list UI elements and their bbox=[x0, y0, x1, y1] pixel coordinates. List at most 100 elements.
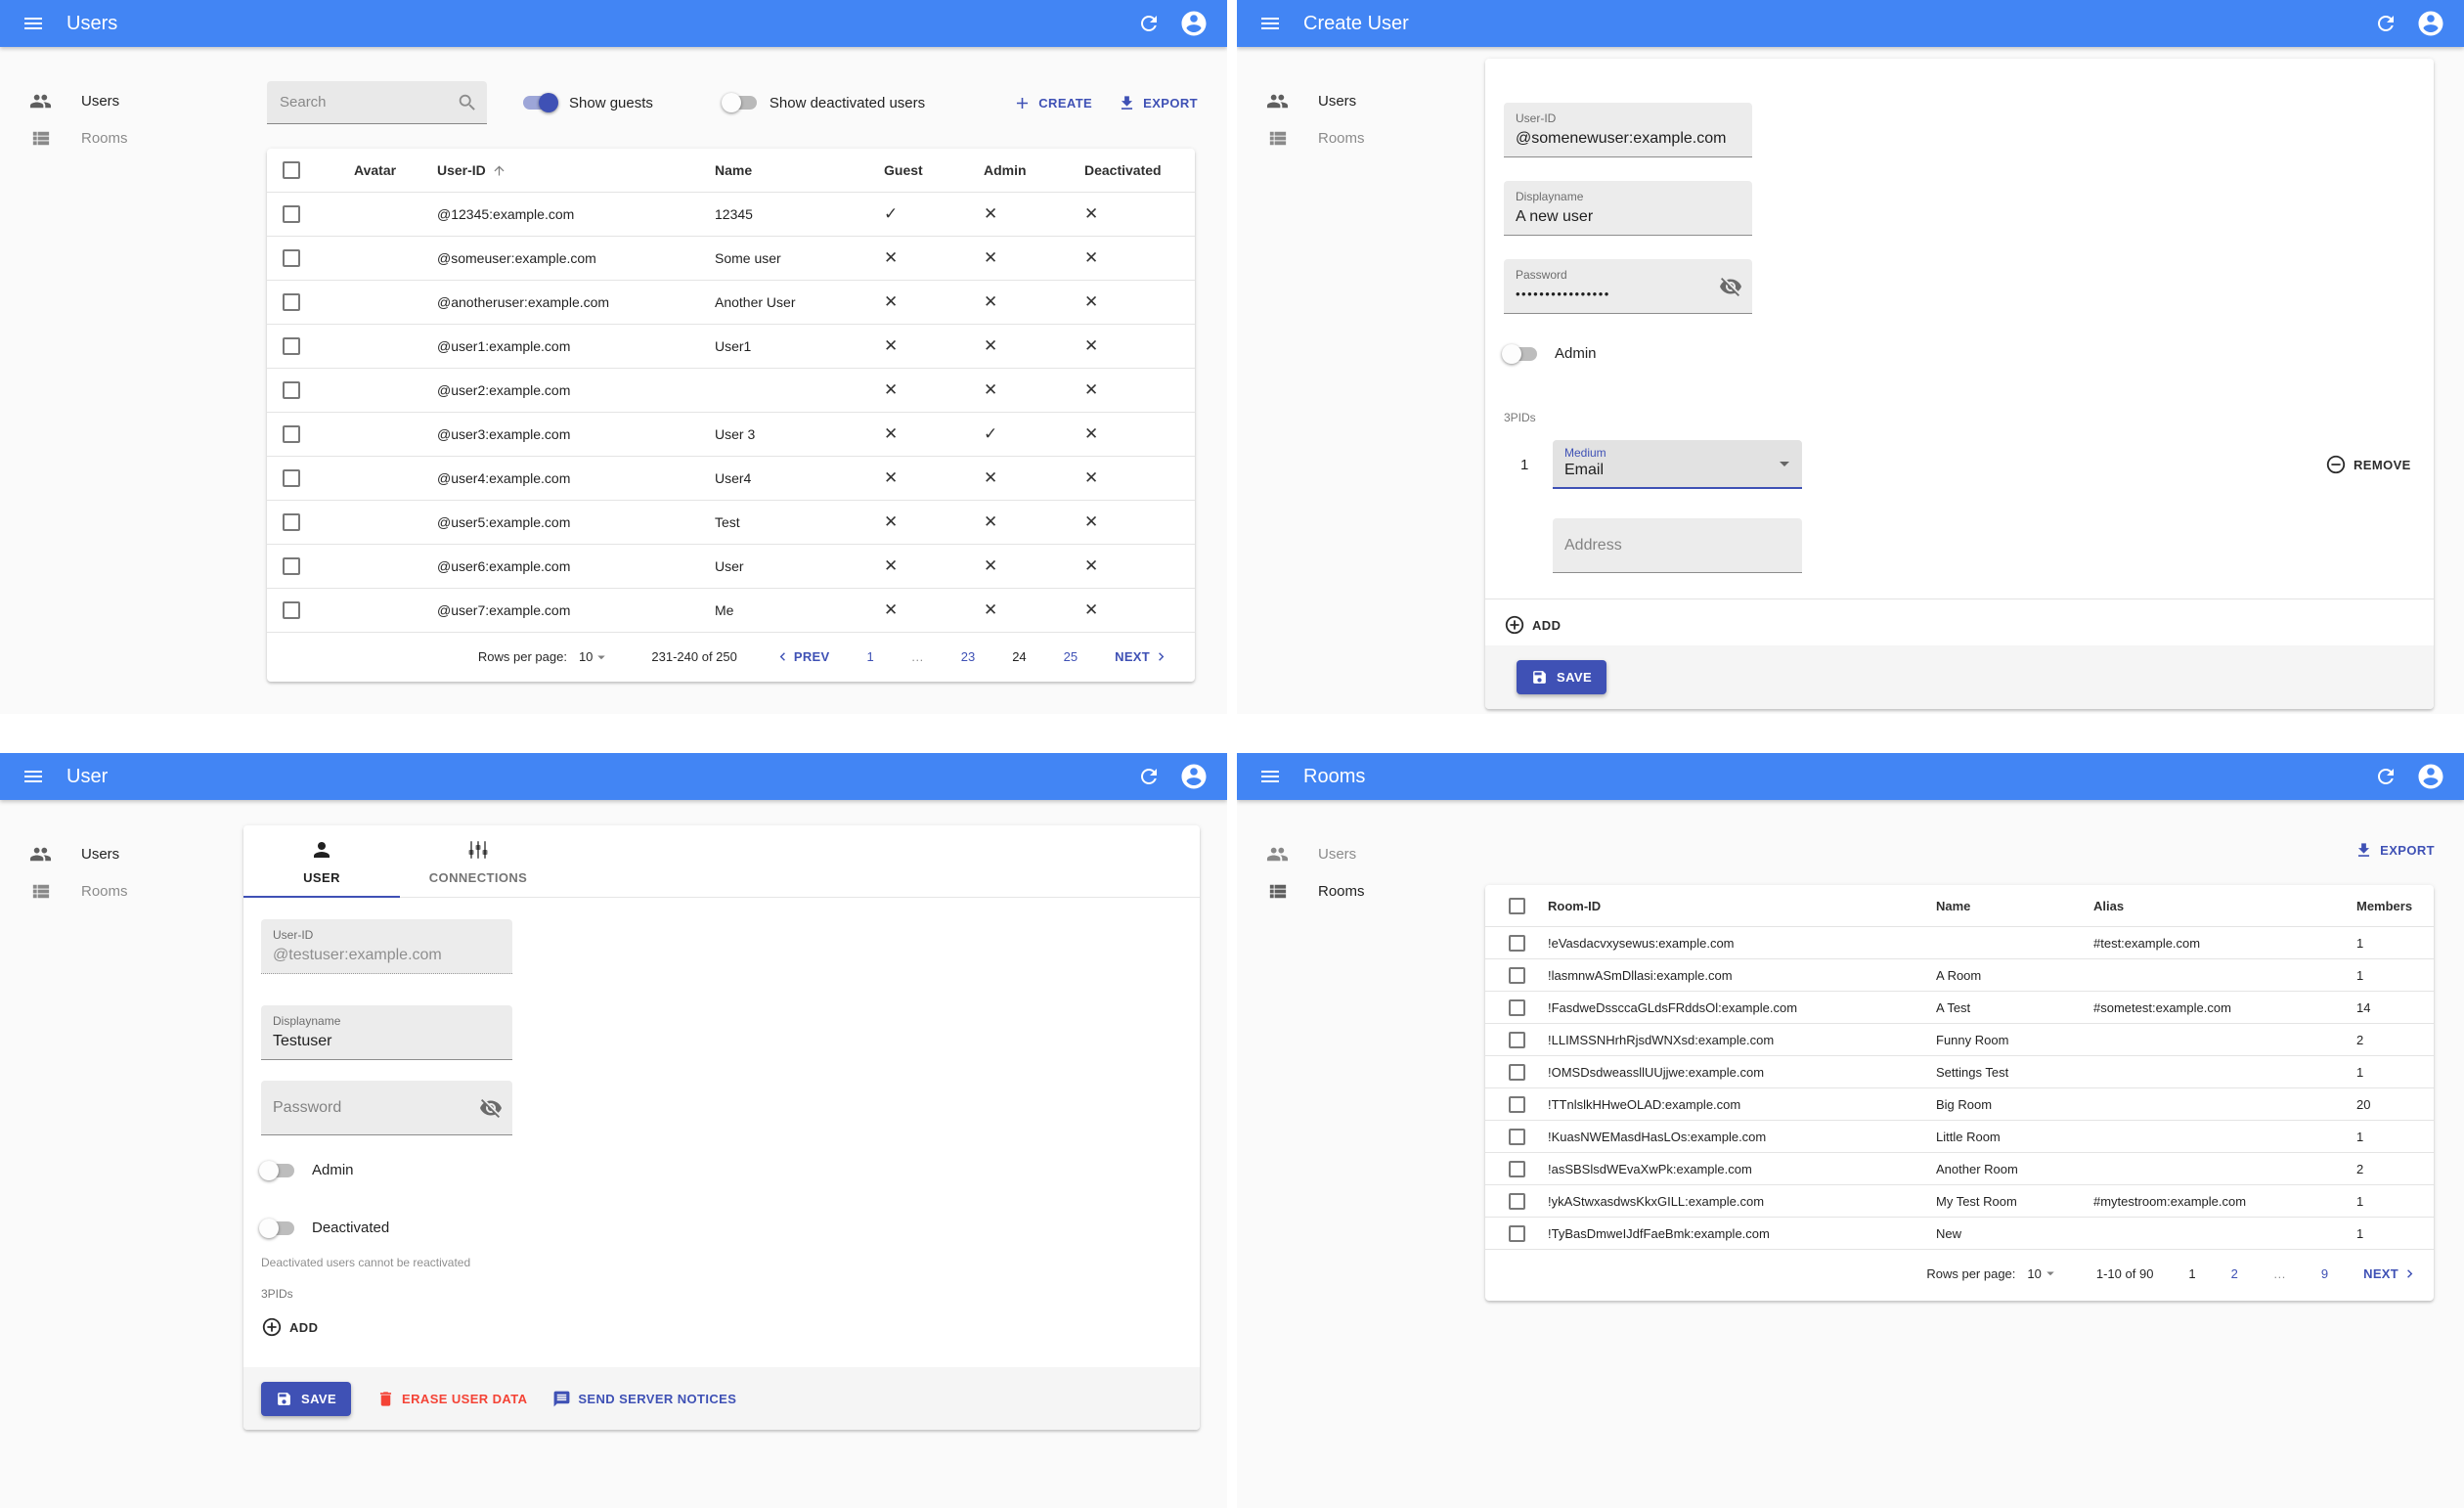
row-checkbox[interactable] bbox=[1509, 1128, 1525, 1145]
address-input[interactable] bbox=[1564, 518, 1740, 572]
show-deactivated-toggle[interactable] bbox=[721, 93, 757, 112]
create-button[interactable]: CREATE bbox=[1013, 94, 1092, 112]
col-header-name[interactable]: Name bbox=[1936, 899, 2093, 913]
export-button[interactable]: EXPORT bbox=[2354, 841, 2435, 860]
tab-connections[interactable]: CONNECTIONS bbox=[400, 825, 556, 897]
sidebar-item-rooms[interactable]: Rooms bbox=[1237, 119, 1491, 156]
row-checkbox[interactable] bbox=[283, 469, 300, 487]
page-link[interactable]: 23 bbox=[961, 649, 975, 664]
row-checkbox[interactable] bbox=[283, 381, 300, 399]
refresh-icon[interactable] bbox=[1129, 757, 1168, 796]
row-checkbox[interactable] bbox=[283, 557, 300, 575]
show-guests-toggle[interactable] bbox=[523, 93, 558, 112]
page-link[interactable]: 25 bbox=[1064, 649, 1078, 664]
table-row[interactable]: @user5:example.com Test ✕ ✕ ✕ bbox=[267, 501, 1195, 545]
prev-page-button[interactable]: PREV bbox=[774, 648, 830, 665]
refresh-icon[interactable] bbox=[1129, 4, 1168, 43]
row-checkbox[interactable] bbox=[1509, 1095, 1525, 1113]
table-row[interactable]: @user6:example.com User ✕ ✕ ✕ bbox=[267, 545, 1195, 589]
row-checkbox[interactable] bbox=[283, 601, 300, 619]
table-row[interactable]: @user3:example.com User 3 ✕ ✓ ✕ bbox=[267, 413, 1195, 457]
row-checkbox[interactable] bbox=[1509, 1192, 1525, 1210]
sidebar-item-rooms[interactable]: Rooms bbox=[1237, 872, 1491, 909]
menu-icon[interactable] bbox=[1251, 757, 1290, 796]
menu-icon[interactable] bbox=[14, 4, 53, 43]
erase-user-data-button[interactable]: ERASE USER DATA bbox=[376, 1390, 527, 1408]
visibility-off-icon[interactable] bbox=[479, 1096, 503, 1120]
table-row[interactable]: @someuser:example.com Some user ✕ ✕ ✕ bbox=[267, 237, 1195, 281]
table-row[interactable]: @user2:example.com ✕ ✕ ✕ bbox=[267, 369, 1195, 413]
table-row[interactable]: @user7:example.com Me ✕ ✕ ✕ bbox=[267, 589, 1195, 633]
col-header-guest[interactable]: Guest bbox=[874, 162, 974, 178]
row-checkbox[interactable] bbox=[1509, 998, 1525, 1016]
table-row[interactable]: !KuasNWEMasdHasLOs:example.com Little Ro… bbox=[1485, 1121, 2434, 1153]
table-row[interactable]: !FasdweDssccaGLdsFRddsOl:example.com A T… bbox=[1485, 992, 2434, 1024]
add-threepid-button[interactable]: ADD bbox=[261, 1316, 318, 1338]
rows-per-page-select[interactable]: 10 bbox=[579, 648, 610, 666]
table-row[interactable]: !OMSDsdweassllUUjjwe:example.com Setting… bbox=[1485, 1056, 2434, 1088]
row-checkbox[interactable] bbox=[1509, 966, 1525, 984]
menu-icon[interactable] bbox=[1251, 4, 1290, 43]
table-row[interactable]: !LLIMSSNHrhRjsdWNXsd:example.com Funny R… bbox=[1485, 1024, 2434, 1056]
row-checkbox[interactable] bbox=[283, 205, 300, 223]
refresh-icon[interactable] bbox=[2366, 757, 2405, 796]
sidebar-item-rooms[interactable]: Rooms bbox=[0, 119, 254, 156]
remove-threepid-button[interactable]: REMOVE bbox=[2325, 454, 2411, 475]
row-checkbox[interactable] bbox=[283, 249, 300, 267]
row-checkbox[interactable] bbox=[1509, 1160, 1525, 1177]
col-header-name[interactable]: Name bbox=[715, 162, 874, 178]
row-checkbox[interactable] bbox=[1509, 1063, 1525, 1081]
visibility-off-icon[interactable] bbox=[1719, 275, 1742, 298]
table-row[interactable]: !ykAStwxasdwsKkxGILL:example.com My Test… bbox=[1485, 1185, 2434, 1218]
refresh-icon[interactable] bbox=[2366, 4, 2405, 43]
col-header-deactivated[interactable]: Deactivated bbox=[1075, 162, 1195, 178]
col-header-user-id[interactable]: User-ID bbox=[437, 162, 715, 178]
displayname-field[interactable]: Displayname A new user bbox=[1504, 181, 1752, 236]
password-field[interactable]: Password •••••••••••••••• bbox=[1504, 259, 1752, 314]
sidebar-item-users[interactable]: Users bbox=[0, 835, 254, 872]
sidebar-item-users[interactable]: Users bbox=[0, 82, 254, 119]
search-input[interactable] bbox=[267, 81, 487, 123]
profile-icon[interactable] bbox=[1174, 757, 1213, 796]
table-row[interactable]: @user1:example.com User1 ✕ ✕ ✕ bbox=[267, 325, 1195, 369]
row-checkbox[interactable] bbox=[283, 513, 300, 531]
page-link[interactable]: 2 bbox=[2231, 1266, 2238, 1281]
row-checkbox[interactable] bbox=[283, 425, 300, 443]
sidebar-item-rooms[interactable]: Rooms bbox=[0, 872, 254, 909]
next-page-button[interactable]: NEXT bbox=[2363, 1265, 2418, 1282]
row-checkbox[interactable] bbox=[1509, 1031, 1525, 1048]
user-id-field[interactable]: User-ID @somenewuser:example.com bbox=[1504, 103, 1752, 157]
sidebar-item-users[interactable]: Users bbox=[1237, 82, 1491, 119]
password-input[interactable] bbox=[273, 1081, 449, 1134]
table-row[interactable]: @user4:example.com User4 ✕ ✕ ✕ bbox=[267, 457, 1195, 501]
profile-icon[interactable] bbox=[1174, 4, 1213, 43]
row-checkbox[interactable] bbox=[283, 293, 300, 311]
table-row[interactable]: @anotheruser:example.com Another User ✕ … bbox=[267, 281, 1195, 325]
tab-user[interactable]: USER bbox=[243, 825, 400, 897]
save-button[interactable]: SAVE bbox=[1517, 660, 1607, 694]
table-row[interactable]: !asSBSlsdWEvaXwPk:example.com Another Ro… bbox=[1485, 1153, 2434, 1185]
displayname-field[interactable]: Displayname Testuser bbox=[261, 1005, 512, 1060]
sidebar-item-users[interactable]: Users bbox=[1237, 835, 1491, 872]
select-all-checkbox[interactable] bbox=[1509, 897, 1525, 914]
menu-icon[interactable] bbox=[14, 757, 53, 796]
page-link[interactable]: 1 bbox=[866, 649, 873, 664]
save-button[interactable]: SAVE bbox=[261, 1381, 352, 1416]
table-row[interactable]: !eVasdacvxysewus:example.com #test:examp… bbox=[1485, 927, 2434, 959]
export-button[interactable]: EXPORT bbox=[1118, 94, 1198, 112]
row-checkbox[interactable] bbox=[1509, 934, 1525, 952]
add-threepid-button[interactable]: ADD bbox=[1504, 614, 1561, 636]
profile-icon[interactable] bbox=[2411, 4, 2450, 43]
row-checkbox[interactable] bbox=[283, 337, 300, 355]
select-all-checkbox[interactable] bbox=[283, 161, 300, 179]
table-row[interactable]: !lasmnwASmDllasi:example.com A Room 1 bbox=[1485, 959, 2434, 992]
col-header-admin[interactable]: Admin bbox=[974, 162, 1075, 178]
table-row[interactable]: !TyBasDmweIJdfFaeBmk:example.com New 1 bbox=[1485, 1218, 2434, 1250]
col-header-alias[interactable]: Alias bbox=[2093, 899, 2345, 913]
rows-per-page-select[interactable]: 10 bbox=[2027, 1264, 2058, 1282]
medium-select[interactable]: Medium Email bbox=[1553, 440, 1802, 489]
col-header-avatar[interactable]: Avatar bbox=[330, 162, 437, 178]
col-header-members[interactable]: Members bbox=[2345, 899, 2434, 913]
table-row[interactable]: !TTnlslkHHweOLAD:example.com Big Room 20 bbox=[1485, 1088, 2434, 1121]
next-page-button[interactable]: NEXT bbox=[1115, 648, 1169, 665]
